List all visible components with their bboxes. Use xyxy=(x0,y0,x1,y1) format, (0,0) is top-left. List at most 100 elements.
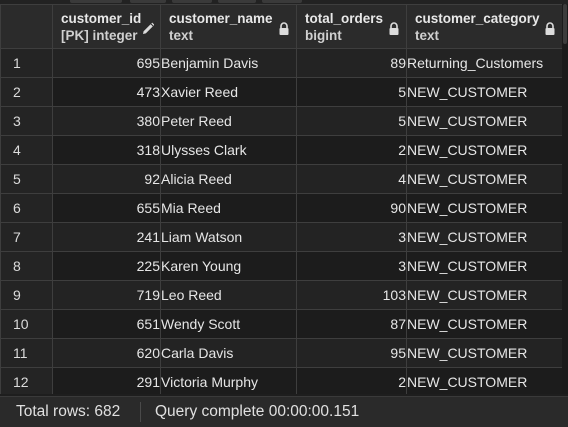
cell-total-orders[interactable]: 5 xyxy=(296,77,407,107)
cell-customer-id[interactable]: 719 xyxy=(52,280,161,310)
cell-customer-id[interactable]: 695 xyxy=(52,48,161,78)
lock-icon xyxy=(545,22,555,35)
row-number[interactable]: 12 xyxy=(0,367,53,394)
table-body: 1 695 Benjamin Davis 89 Returning_Custom… xyxy=(0,48,563,394)
top-tab-fragment[interactable] xyxy=(262,0,302,3)
row-number[interactable]: 9 xyxy=(0,280,53,310)
cell-customer-name[interactable]: Victoria Murphy xyxy=(160,367,297,394)
cell-customer-category[interactable]: NEW_CUSTOMER xyxy=(406,164,563,194)
cell-customer-name[interactable]: Alicia Reed xyxy=(160,164,297,194)
cell-customer-name[interactable]: Peter Reed xyxy=(160,106,297,136)
cell-customer-category[interactable]: NEW_CUSTOMER xyxy=(406,309,563,339)
cell-customer-id[interactable]: 318 xyxy=(52,135,161,165)
cell-customer-category[interactable]: NEW_CUSTOMER xyxy=(406,135,563,165)
row-number[interactable]: 4 xyxy=(0,135,53,165)
row-number[interactable]: 8 xyxy=(0,251,53,281)
cell-customer-category[interactable]: NEW_CUSTOMER xyxy=(406,338,563,368)
cell-customer-category[interactable]: NEW_CUSTOMER xyxy=(406,367,563,394)
cell-total-orders[interactable]: 90 xyxy=(296,193,407,223)
table-row[interactable]: 9 719 Leo Reed 103 NEW_CUSTOMER xyxy=(0,280,563,310)
cell-customer-name[interactable]: Ulysses Clark xyxy=(160,135,297,165)
column-name: customer_name xyxy=(169,11,273,26)
cell-customer-id[interactable]: 225 xyxy=(52,251,161,281)
row-number-header[interactable] xyxy=(0,4,53,49)
table-row[interactable]: 3 380 Peter Reed 5 NEW_CUSTOMER xyxy=(0,106,563,136)
cell-customer-id[interactable]: 473 xyxy=(52,77,161,107)
cell-total-orders[interactable]: 95 xyxy=(296,338,407,368)
table-row[interactable]: 10 651 Wendy Scott 87 NEW_CUSTOMER xyxy=(0,309,563,339)
top-tab-fragment[interactable] xyxy=(130,0,166,3)
cell-total-orders[interactable]: 87 xyxy=(296,309,407,339)
row-number[interactable]: 1 xyxy=(0,48,53,78)
cell-customer-id[interactable]: 241 xyxy=(52,222,161,252)
table-row[interactable]: 1 695 Benjamin Davis 89 Returning_Custom… xyxy=(0,48,563,78)
table-row[interactable]: 7 241 Liam Watson 3 NEW_CUSTOMER xyxy=(0,222,563,252)
table-row[interactable]: 6 655 Mia Reed 90 NEW_CUSTOMER xyxy=(0,193,563,223)
pencil-icon xyxy=(143,22,154,34)
cell-customer-category[interactable]: NEW_CUSTOMER xyxy=(406,77,563,107)
table-row[interactable]: 5 92 Alicia Reed 4 NEW_CUSTOMER xyxy=(0,164,563,194)
row-number[interactable]: 7 xyxy=(0,222,53,252)
row-number[interactable]: 3 xyxy=(0,106,53,136)
results-grid: customer_id [PK] integer customer_name t… xyxy=(0,0,568,394)
top-tab-fragment[interactable] xyxy=(218,0,256,3)
total-rows-label: Total rows: 682 xyxy=(16,403,121,420)
cell-customer-category[interactable]: NEW_CUSTOMER xyxy=(406,251,563,281)
cell-customer-category[interactable]: NEW_CUSTOMER xyxy=(406,106,563,136)
cell-customer-id[interactable]: 380 xyxy=(52,106,161,136)
cell-customer-name[interactable]: Benjamin Davis xyxy=(160,48,297,78)
table-row[interactable]: 8 225 Karen Young 3 NEW_CUSTOMER xyxy=(0,251,563,281)
column-type: text xyxy=(415,28,440,43)
cell-customer-id[interactable]: 655 xyxy=(52,193,161,223)
column-header-total-orders[interactable]: total_orders bigint xyxy=(296,4,407,49)
data-table: customer_id [PK] integer customer_name t… xyxy=(0,4,563,394)
cell-customer-id[interactable]: 291 xyxy=(52,367,161,394)
column-type: text xyxy=(169,28,194,43)
cell-total-orders[interactable]: 5 xyxy=(296,106,407,136)
cell-customer-name[interactable]: Mia Reed xyxy=(160,193,297,223)
cell-customer-id[interactable]: 651 xyxy=(52,309,161,339)
table-header: customer_id [PK] integer customer_name t… xyxy=(0,4,563,49)
top-tab-fragment[interactable] xyxy=(172,0,212,3)
cell-customer-name[interactable]: Leo Reed xyxy=(160,280,297,310)
cell-customer-name[interactable]: Wendy Scott xyxy=(160,309,297,339)
query-status-label: Query complete 00:00:00.151 xyxy=(155,403,360,420)
cell-customer-id[interactable]: 92 xyxy=(52,164,161,194)
column-name: customer_category xyxy=(415,11,540,26)
column-header-customer-id[interactable]: customer_id [PK] integer xyxy=(52,4,161,49)
cell-customer-name[interactable]: Liam Watson xyxy=(160,222,297,252)
cell-total-orders[interactable]: 2 xyxy=(296,367,407,394)
cell-total-orders[interactable]: 2 xyxy=(296,135,407,165)
cell-customer-category[interactable]: NEW_CUSTOMER xyxy=(406,280,563,310)
cell-customer-name[interactable]: Xavier Reed xyxy=(160,77,297,107)
table-row[interactable]: 11 620 Carla Davis 95 NEW_CUSTOMER xyxy=(0,338,563,368)
column-header-customer-name[interactable]: customer_name text xyxy=(160,4,297,49)
status-divider xyxy=(140,402,141,422)
cell-customer-category[interactable]: Returning_Customers xyxy=(406,48,563,78)
cell-customer-name[interactable]: Carla Davis xyxy=(160,338,297,368)
row-number[interactable]: 11 xyxy=(0,338,53,368)
row-number[interactable]: 2 xyxy=(0,77,53,107)
cell-customer-name[interactable]: Karen Young xyxy=(160,251,297,281)
cell-customer-id[interactable]: 620 xyxy=(52,338,161,368)
row-number[interactable]: 6 xyxy=(0,193,53,223)
table-row[interactable]: 2 473 Xavier Reed 5 NEW_CUSTOMER xyxy=(0,77,563,107)
scrollbar-thumb[interactable] xyxy=(563,4,567,44)
cell-total-orders[interactable]: 89 xyxy=(296,48,407,78)
table-row[interactable]: 12 291 Victoria Murphy 2 NEW_CUSTOMER xyxy=(0,367,563,394)
vertical-scrollbar[interactable] xyxy=(562,4,568,394)
top-tab-fragment[interactable] xyxy=(70,0,122,3)
lock-icon xyxy=(279,22,289,35)
column-header-customer-category[interactable]: customer_category text xyxy=(406,4,563,49)
cell-total-orders[interactable]: 4 xyxy=(296,164,407,194)
cell-total-orders[interactable]: 103 xyxy=(296,280,407,310)
cell-customer-category[interactable]: NEW_CUSTOMER xyxy=(406,193,563,223)
table-row[interactable]: 4 318 Ulysses Clark 2 NEW_CUSTOMER xyxy=(0,135,563,165)
cell-total-orders[interactable]: 3 xyxy=(296,251,407,281)
row-number[interactable]: 10 xyxy=(0,309,53,339)
lock-icon xyxy=(389,22,399,35)
row-number[interactable]: 5 xyxy=(0,164,53,194)
cell-total-orders[interactable]: 3 xyxy=(296,222,407,252)
status-bar: Total rows: 682 Query complete 00:00:00.… xyxy=(0,396,568,427)
cell-customer-category[interactable]: NEW_CUSTOMER xyxy=(406,222,563,252)
